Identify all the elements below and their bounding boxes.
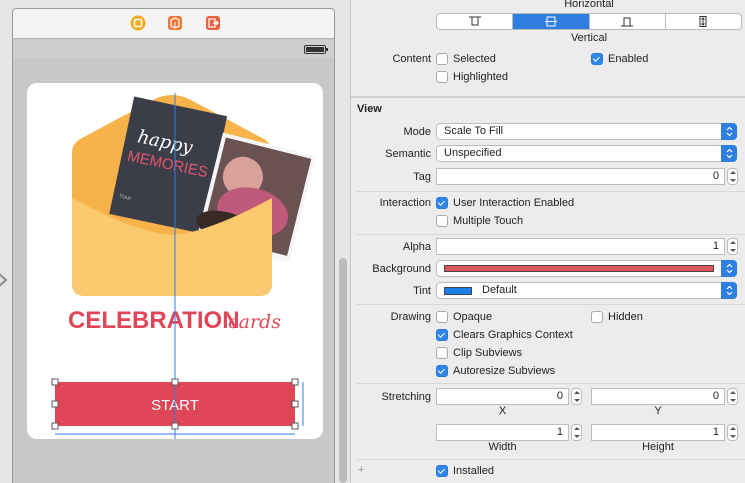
selected-checkbox[interactable]: Selected xyxy=(436,53,496,65)
stretch-x-field[interactable]: 0 xyxy=(436,388,569,405)
tag-value: 0 xyxy=(712,170,719,182)
view-controller-scene[interactable]: happy MEMORIES Your CELEBRATION cards ST… xyxy=(12,8,335,483)
interaction-label: Interaction xyxy=(379,197,431,209)
stretch-height-stepper[interactable] xyxy=(727,424,738,441)
canvas-scrollbar[interactable] xyxy=(339,258,347,483)
storyboard-canvas[interactable]: happy MEMORIES Your CELEBRATION cards ST… xyxy=(0,0,350,483)
stretch-height-field[interactable]: 1 xyxy=(591,424,725,441)
tint-value: Default xyxy=(482,284,517,296)
background-label: Background xyxy=(372,263,431,275)
align-top-icon xyxy=(468,16,481,26)
height-label: Height xyxy=(642,441,674,453)
mode-label: Mode xyxy=(403,126,431,138)
horizontal-alignment-label: Horizontal xyxy=(564,0,614,10)
view-controller-icon[interactable] xyxy=(130,15,146,31)
tag-field[interactable]: 0 xyxy=(436,168,725,185)
align-bottom-icon xyxy=(621,17,634,27)
stretch-y-value: 0 xyxy=(712,390,719,402)
align-center-button[interactable] xyxy=(513,14,590,29)
attributes-inspector: Horizontal Vertical Content Selected Ena… xyxy=(350,0,745,483)
tint-color-popup[interactable]: Default xyxy=(436,282,737,299)
card-title-script: cards xyxy=(228,311,281,333)
alpha-field[interactable]: 1 xyxy=(436,238,725,255)
celebration-artwork[interactable]: happy MEMORIES Your CELEBRATION cards ST… xyxy=(27,83,323,439)
stretch-x-value: 0 xyxy=(556,390,563,402)
stretch-width-field[interactable]: 1 xyxy=(436,424,569,441)
align-fill-button[interactable] xyxy=(666,14,741,29)
vertical-alignment-label: Vertical xyxy=(570,32,608,44)
background-color-swatch xyxy=(444,265,714,272)
autoresize-subviews-checkbox[interactable]: Autoresize Subviews xyxy=(436,365,555,377)
align-center-icon xyxy=(544,16,557,27)
clip-subviews-checkbox[interactable]: Clip Subviews xyxy=(436,347,522,359)
tint-label: Tint xyxy=(413,285,431,297)
align-top-button[interactable] xyxy=(437,14,514,29)
x-label: X xyxy=(498,405,507,417)
exit-icon[interactable] xyxy=(205,15,221,31)
y-label: Y xyxy=(654,405,662,417)
tag-stepper[interactable] xyxy=(727,168,738,185)
battery-icon xyxy=(304,45,328,54)
enabled-checkbox[interactable]: Enabled xyxy=(591,53,648,65)
alpha-value: 1 xyxy=(712,240,719,252)
multiple-touch-checkbox[interactable]: Multiple Touch xyxy=(436,215,523,227)
installed-checkbox[interactable]: Installed xyxy=(436,465,494,477)
stretch-width-stepper[interactable] xyxy=(571,424,582,441)
stretch-y-field[interactable]: 0 xyxy=(591,388,725,405)
stretch-y-stepper[interactable] xyxy=(727,388,738,405)
semantic-value: Unspecified xyxy=(444,147,502,159)
add-trait-button[interactable]: + xyxy=(358,464,364,476)
popup-arrows-icon xyxy=(721,282,737,299)
background-color-popup[interactable] xyxy=(436,260,737,277)
align-bottom-button[interactable] xyxy=(590,14,666,29)
opaque-checkbox[interactable]: Opaque xyxy=(436,311,492,323)
semantic-popup[interactable]: Unspecified xyxy=(436,145,737,162)
semantic-label: Semantic xyxy=(385,148,431,160)
popup-arrows-icon xyxy=(721,260,737,277)
stretch-height-value: 1 xyxy=(712,426,719,438)
stretching-label: Stretching xyxy=(381,391,431,403)
mode-popup[interactable]: Scale To Fill xyxy=(436,123,737,140)
align-fill-icon xyxy=(699,16,707,27)
hidden-checkbox[interactable]: Hidden xyxy=(591,311,643,323)
vertical-alignment-control[interactable] xyxy=(436,13,742,30)
mode-value: Scale To Fill xyxy=(444,125,504,137)
alpha-stepper[interactable] xyxy=(727,238,738,255)
user-interaction-checkbox[interactable]: User Interaction Enabled xyxy=(436,197,574,209)
alpha-label: Alpha xyxy=(402,241,431,253)
status-bar xyxy=(13,40,334,58)
stretch-width-value: 1 xyxy=(556,426,563,438)
scene-dock xyxy=(13,9,334,39)
tint-color-swatch xyxy=(444,287,472,295)
popup-arrows-icon xyxy=(721,123,737,140)
view-section-title: View xyxy=(357,103,382,115)
width-label: Width xyxy=(488,441,517,453)
card-title: CELEBRATION xyxy=(68,307,240,334)
clears-graphics-checkbox[interactable]: Clears Graphics Context xyxy=(436,329,573,341)
first-responder-icon[interactable] xyxy=(167,15,183,31)
highlighted-checkbox[interactable]: Highlighted xyxy=(436,71,508,83)
scene-entry-arrow-icon xyxy=(0,273,8,287)
content-label: Content xyxy=(392,53,431,65)
drawing-label: Drawing xyxy=(390,311,431,323)
main-view[interactable]: happy MEMORIES Your CELEBRATION cards ST… xyxy=(27,83,323,439)
popup-arrows-icon xyxy=(721,145,737,162)
stretch-x-stepper[interactable] xyxy=(571,388,582,405)
tag-label: Tag xyxy=(413,171,431,183)
